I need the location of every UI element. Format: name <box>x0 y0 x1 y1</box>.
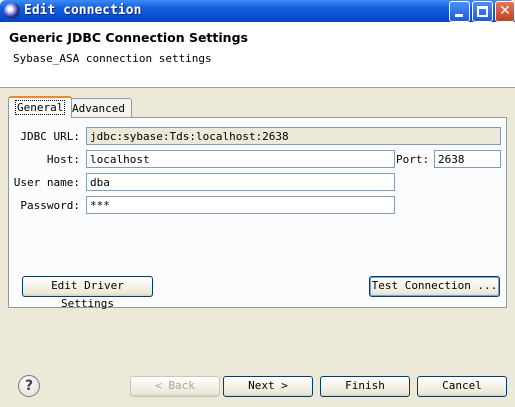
tab-general[interactable]: General <box>8 96 73 118</box>
jdbc-url-label: JDBC URL: <box>20 130 80 143</box>
jdbc-url-field[interactable]: jdbc:sybase:Tds:localhost:2638 <box>86 127 501 145</box>
maximize-icon <box>477 6 488 17</box>
title-bar[interactable]: Edit connection ✕ <box>0 0 515 22</box>
finish-button[interactable]: Finish <box>320 376 410 397</box>
password-field[interactable]: *** <box>86 196 395 214</box>
edit-driver-settings-button[interactable]: Edit Driver Settings <box>22 276 153 310</box>
window-title: Edit connection <box>24 3 142 18</box>
maximize-button[interactable] <box>472 1 493 22</box>
tab-general-label: General <box>15 100 66 115</box>
user-name-field[interactable]: dba <box>86 173 395 191</box>
close-button[interactable]: ✕ <box>495 1 515 22</box>
password-label: Password: <box>20 199 80 212</box>
tab-advanced[interactable]: Advanced <box>65 98 132 118</box>
help-icon[interactable]: ? <box>18 375 40 397</box>
back-button[interactable]: < Back <box>130 376 220 397</box>
port-field[interactable]: 2638 <box>434 150 501 168</box>
port-label: Port: <box>396 153 430 166</box>
wizard-header: Generic JDBC Connection Settings Sybase_… <box>0 22 515 88</box>
minimize-button[interactable] <box>449 1 470 22</box>
page-title: Generic JDBC Connection Settings <box>9 30 248 45</box>
test-connection-button[interactable]: Test Connection ... <box>369 276 500 297</box>
next-button[interactable]: Next > <box>223 376 313 397</box>
minimize-icon <box>455 14 463 17</box>
cancel-button[interactable]: Cancel <box>417 376 507 397</box>
host-field[interactable]: localhost <box>86 150 395 168</box>
tab-advanced-label: Advanced <box>72 102 125 115</box>
user-name-label: User name: <box>13 176 80 189</box>
host-label: Host: <box>46 153 80 166</box>
close-icon: ✕ <box>499 3 511 19</box>
eclipse-icon <box>4 3 20 19</box>
page-subtitle: Sybase_ASA connection settings <box>13 52 212 65</box>
